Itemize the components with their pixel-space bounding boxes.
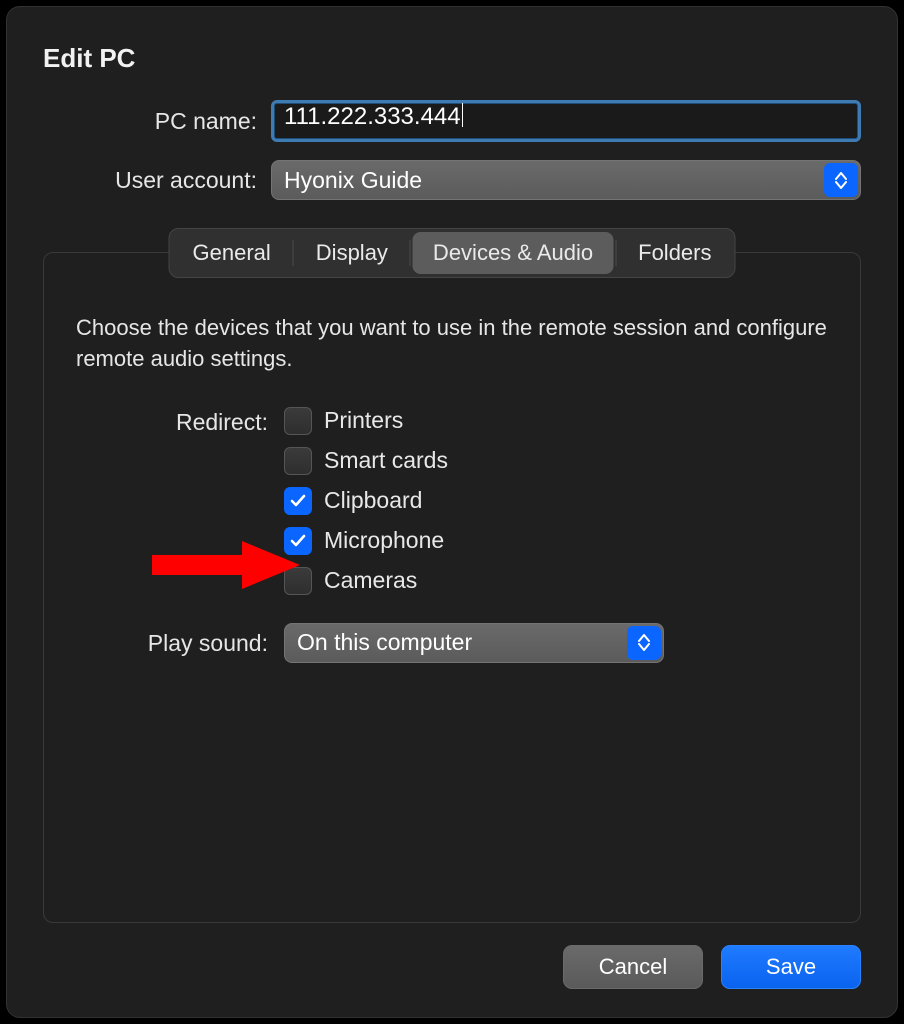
dialog-footer: Cancel Save	[43, 945, 861, 989]
user-account-row: User account: Hyonix Guide	[43, 160, 861, 200]
microphone-checkbox[interactable]	[284, 527, 312, 555]
cameras-checkbox[interactable]	[284, 567, 312, 595]
pc-name-label: PC name:	[43, 108, 271, 135]
tab-separator	[615, 240, 616, 266]
pc-name-input[interactable]: 111.222.333.444	[271, 100, 861, 142]
redirect-row: Redirect: Printers Smart cards	[76, 407, 828, 595]
clipboard-label: Clipboard	[324, 487, 422, 514]
microphone-label: Microphone	[324, 527, 444, 554]
tab-separator	[293, 240, 294, 266]
play-sound-label: Play sound:	[76, 628, 284, 657]
redirect-clipboard[interactable]: Clipboard	[284, 487, 448, 515]
redirect-microphone[interactable]: Microphone	[284, 527, 448, 555]
panel-description: Choose the devices that you want to use …	[76, 313, 828, 375]
cancel-button[interactable]: Cancel	[563, 945, 703, 989]
pc-name-row: PC name: 111.222.333.444	[43, 100, 861, 142]
devices-audio-panel: Choose the devices that you want to use …	[43, 252, 861, 923]
user-account-label: User account:	[43, 167, 271, 194]
tab-folders[interactable]: Folders	[618, 232, 731, 274]
redirect-smartcards[interactable]: Smart cards	[284, 447, 448, 475]
play-sound-select[interactable]: On this computer	[284, 623, 664, 663]
pc-name-value: 111.222.333.444	[284, 103, 461, 130]
printers-checkbox[interactable]	[284, 407, 312, 435]
tab-general[interactable]: General	[173, 232, 291, 274]
chevron-up-down-icon	[824, 163, 858, 197]
tab-devices-audio[interactable]: Devices & Audio	[413, 232, 613, 274]
save-button[interactable]: Save	[721, 945, 861, 989]
redirect-cameras[interactable]: Cameras	[284, 567, 448, 595]
redirect-list: Printers Smart cards Clipboard	[284, 407, 448, 595]
tab-strip: General Display Devices & Audio Folders	[169, 228, 736, 278]
chevron-up-down-icon	[627, 626, 661, 660]
play-sound-row: Play sound: On this computer	[76, 623, 828, 663]
tab-display[interactable]: Display	[296, 232, 408, 274]
smartcards-checkbox[interactable]	[284, 447, 312, 475]
redirect-printers[interactable]: Printers	[284, 407, 448, 435]
tabs-frame: General Display Devices & Audio Folders …	[43, 252, 861, 923]
printers-label: Printers	[324, 407, 403, 434]
text-caret-icon	[462, 103, 463, 127]
redirect-label: Redirect:	[76, 407, 284, 436]
user-account-value: Hyonix Guide	[284, 167, 422, 194]
edit-pc-window: Edit PC PC name: 111.222.333.444 User ac…	[6, 6, 898, 1018]
smartcards-label: Smart cards	[324, 447, 448, 474]
play-sound-value: On this computer	[297, 629, 472, 656]
user-account-select[interactable]: Hyonix Guide	[271, 160, 861, 200]
tab-separator	[410, 240, 411, 266]
clipboard-checkbox[interactable]	[284, 487, 312, 515]
cameras-label: Cameras	[324, 567, 417, 594]
window-title: Edit PC	[43, 43, 861, 74]
